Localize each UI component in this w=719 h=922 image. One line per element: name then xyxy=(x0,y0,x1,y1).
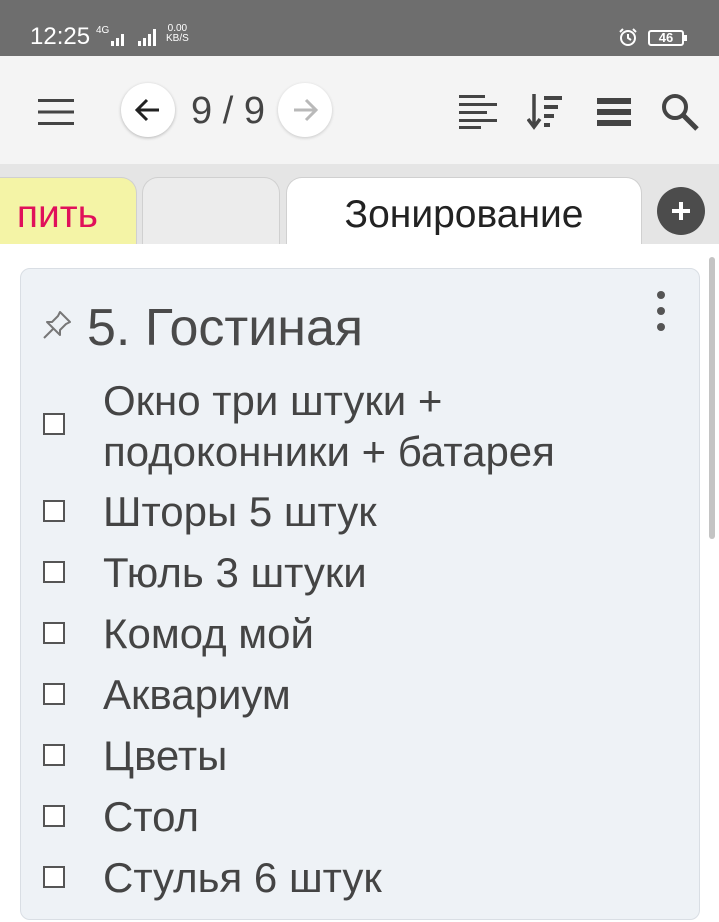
checklist-item[interactable]: Стол xyxy=(43,791,683,842)
checklist-item[interactable]: Окно три штуки + подоконники + батарея xyxy=(43,375,683,477)
checklist-item[interactable]: Цветы xyxy=(43,730,683,781)
checkbox[interactable] xyxy=(43,622,65,644)
battery-indicator: 46 xyxy=(648,30,687,46)
tab-bar: пить Зонирование xyxy=(0,164,719,244)
scrollbar[interactable] xyxy=(709,257,715,539)
sort-icon[interactable] xyxy=(527,94,565,130)
tab-zoning[interactable]: Зонирование xyxy=(286,177,642,244)
checklist-item-text: Комод мой xyxy=(103,610,315,657)
tab-label: Зонирование xyxy=(344,193,584,236)
checklist-item[interactable]: Тюль 3 штуки xyxy=(43,547,683,598)
signal-icon xyxy=(138,29,156,46)
checkbox[interactable] xyxy=(43,561,65,583)
checklist-item[interactable]: Аквариум xyxy=(43,669,683,720)
note-title: 5. Гостиная xyxy=(87,299,364,357)
network-speed: 0.00 KB/S xyxy=(166,24,189,44)
checkbox[interactable] xyxy=(43,866,65,888)
checklist-item[interactable]: Комод мой xyxy=(43,608,683,659)
page-counter: 9 / 9 xyxy=(191,90,265,132)
search-icon[interactable] xyxy=(660,92,700,132)
checkbox[interactable] xyxy=(43,413,65,435)
add-tab-button[interactable] xyxy=(657,187,705,235)
checklist-item-text: Стулья 6 штук xyxy=(103,854,382,901)
menu-icon[interactable] xyxy=(38,99,74,125)
checklist-item-text: Шторы 5 штук xyxy=(103,488,377,535)
arrow-right-icon xyxy=(294,98,319,122)
speed-unit: KB/S xyxy=(166,33,189,44)
next-button[interactable] xyxy=(278,83,332,137)
pin-icon[interactable] xyxy=(41,309,73,341)
more-vert-icon[interactable] xyxy=(649,289,673,333)
note-content: 5. Гостиная Окно три штуки + подоконники… xyxy=(0,244,719,922)
checkbox[interactable] xyxy=(43,500,65,522)
checkbox[interactable] xyxy=(43,683,65,705)
checklist-item-text: Тюль 3 штуки xyxy=(103,549,367,596)
checklist-item[interactable]: Стулья 6 штук xyxy=(43,852,683,903)
toolbar: 9 / 9 xyxy=(0,56,719,164)
note-card[interactable]: 5. Гостиная Окно три штуки + подоконники… xyxy=(20,268,700,920)
alarm-icon xyxy=(619,28,637,46)
tab-empty[interactable] xyxy=(142,177,280,244)
align-left-icon[interactable] xyxy=(459,95,497,129)
checklist-item-text: Стол xyxy=(103,793,200,840)
plus-icon xyxy=(672,202,690,220)
checklist-item[interactable]: Шторы 5 штук xyxy=(43,486,683,537)
arrow-left-icon xyxy=(134,98,159,122)
previous-button[interactable] xyxy=(121,83,175,137)
view-list-icon[interactable] xyxy=(597,98,631,126)
status-bar: 12:25 4G 0.00 KB/S 46 xyxy=(0,0,719,56)
tab-label: пить xyxy=(16,193,98,236)
checklist-item-text: Окно три штуки + подоконники + батарея xyxy=(103,377,555,475)
tab-drink[interactable]: пить xyxy=(0,177,137,244)
checkbox[interactable] xyxy=(43,744,65,766)
status-time: 12:25 xyxy=(30,23,91,50)
checklist-item-text: Аквариум xyxy=(103,671,291,718)
network-type: 4G xyxy=(96,25,110,36)
signal-icon xyxy=(111,34,124,46)
checklist-item-text: Цветы xyxy=(103,732,228,779)
checkbox[interactable] xyxy=(43,805,65,827)
